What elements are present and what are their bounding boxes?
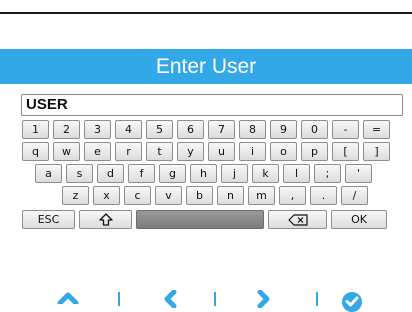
key-letter-4[interactable]: f xyxy=(128,164,155,183)
key-letter-9[interactable]: . xyxy=(310,186,337,205)
key-letter-7[interactable]: u xyxy=(208,142,235,161)
key-number-12[interactable]: = xyxy=(363,120,390,139)
key-letter-8[interactable]: , xyxy=(279,186,306,205)
keyboard-row-numbers: 1 2 3 4 5 6 7 8 9 0- = xyxy=(22,120,390,139)
key-letter-4[interactable]: r xyxy=(115,142,142,161)
ok-key[interactable]: OK xyxy=(331,210,387,229)
esc-key[interactable]: ESC xyxy=(22,210,75,229)
key-letter-2[interactable]: w xyxy=(53,142,80,161)
chevron-right-icon xyxy=(257,290,270,308)
key-letter-7[interactable]: m xyxy=(248,186,275,205)
key-letter-3[interactable]: c xyxy=(124,186,151,205)
shift-arrow-icon xyxy=(98,213,113,226)
key-letter-4[interactable]: v xyxy=(155,186,182,205)
bottom-nav xyxy=(0,290,412,312)
keyboard-row-zxcv: z x c v b n m,. / xyxy=(62,186,368,205)
key-letter-1[interactable]: q xyxy=(22,142,49,161)
nav-divider xyxy=(316,292,318,306)
chevron-left-icon xyxy=(164,290,177,308)
key-letter-5[interactable]: b xyxy=(186,186,213,205)
top-divider xyxy=(0,12,412,14)
key-number-3[interactable]: 3 xyxy=(84,120,111,139)
nav-divider xyxy=(214,292,216,306)
check-circle-icon xyxy=(342,292,362,312)
key-letter-3[interactable]: e xyxy=(84,142,111,161)
key-letter-11[interactable]: [ xyxy=(332,142,359,161)
key-letter-3[interactable]: d xyxy=(97,164,124,183)
key-letter-1[interactable]: z xyxy=(62,186,89,205)
key-letter-1[interactable]: a xyxy=(35,164,62,183)
key-letter-9[interactable]: l xyxy=(283,164,310,183)
user-input[interactable]: USER xyxy=(21,94,403,116)
space-key[interactable] xyxy=(136,210,264,229)
keyboard-row-asdf: a s d f g h j k l; ' xyxy=(35,164,372,183)
nav-left-button[interactable] xyxy=(150,290,190,312)
nav-right-button[interactable] xyxy=(244,290,284,312)
key-letter-6[interactable]: n xyxy=(217,186,244,205)
key-number-7[interactable]: 7 xyxy=(208,120,235,139)
key-number-11[interactable]: - xyxy=(332,120,359,139)
key-number-6[interactable]: 6 xyxy=(177,120,204,139)
shift-key[interactable] xyxy=(79,210,132,229)
key-letter-5[interactable]: g xyxy=(159,164,186,183)
nav-confirm-button[interactable] xyxy=(332,290,372,312)
key-letter-6[interactable]: y xyxy=(177,142,204,161)
key-letter-12[interactable]: ] xyxy=(363,142,390,161)
key-letter-7[interactable]: j xyxy=(221,164,248,183)
key-letter-8[interactable]: i xyxy=(239,142,266,161)
key-letter-8[interactable]: k xyxy=(252,164,279,183)
key-letter-6[interactable]: h xyxy=(190,164,217,183)
key-letter-10[interactable]: / xyxy=(341,186,368,205)
chevron-up-icon xyxy=(57,292,79,304)
key-letter-9[interactable]: o xyxy=(270,142,297,161)
key-number-8[interactable]: 8 xyxy=(239,120,266,139)
key-number-1[interactable]: 1 xyxy=(22,120,49,139)
key-letter-2[interactable]: s xyxy=(66,164,93,183)
page-title: Enter User xyxy=(0,49,412,84)
key-number-9[interactable]: 9 xyxy=(270,120,297,139)
key-letter-11[interactable]: ' xyxy=(345,164,372,183)
keyboard-row-qwerty: q w e r t y u i o p[] xyxy=(22,142,390,161)
key-letter-2[interactable]: x xyxy=(93,186,120,205)
keyboard-row-controls: ESC OK xyxy=(22,210,387,229)
backspace-icon xyxy=(287,213,308,226)
key-letter-10[interactable]: ; xyxy=(314,164,341,183)
key-letter-5[interactable]: t xyxy=(146,142,173,161)
key-number-5[interactable]: 5 xyxy=(146,120,173,139)
key-number-10[interactable]: 0 xyxy=(301,120,328,139)
nav-divider xyxy=(118,292,120,306)
key-letter-10[interactable]: p xyxy=(301,142,328,161)
nav-up-button[interactable] xyxy=(48,290,88,312)
key-number-4[interactable]: 4 xyxy=(115,120,142,139)
key-number-2[interactable]: 2 xyxy=(53,120,80,139)
backspace-key[interactable] xyxy=(268,210,327,229)
